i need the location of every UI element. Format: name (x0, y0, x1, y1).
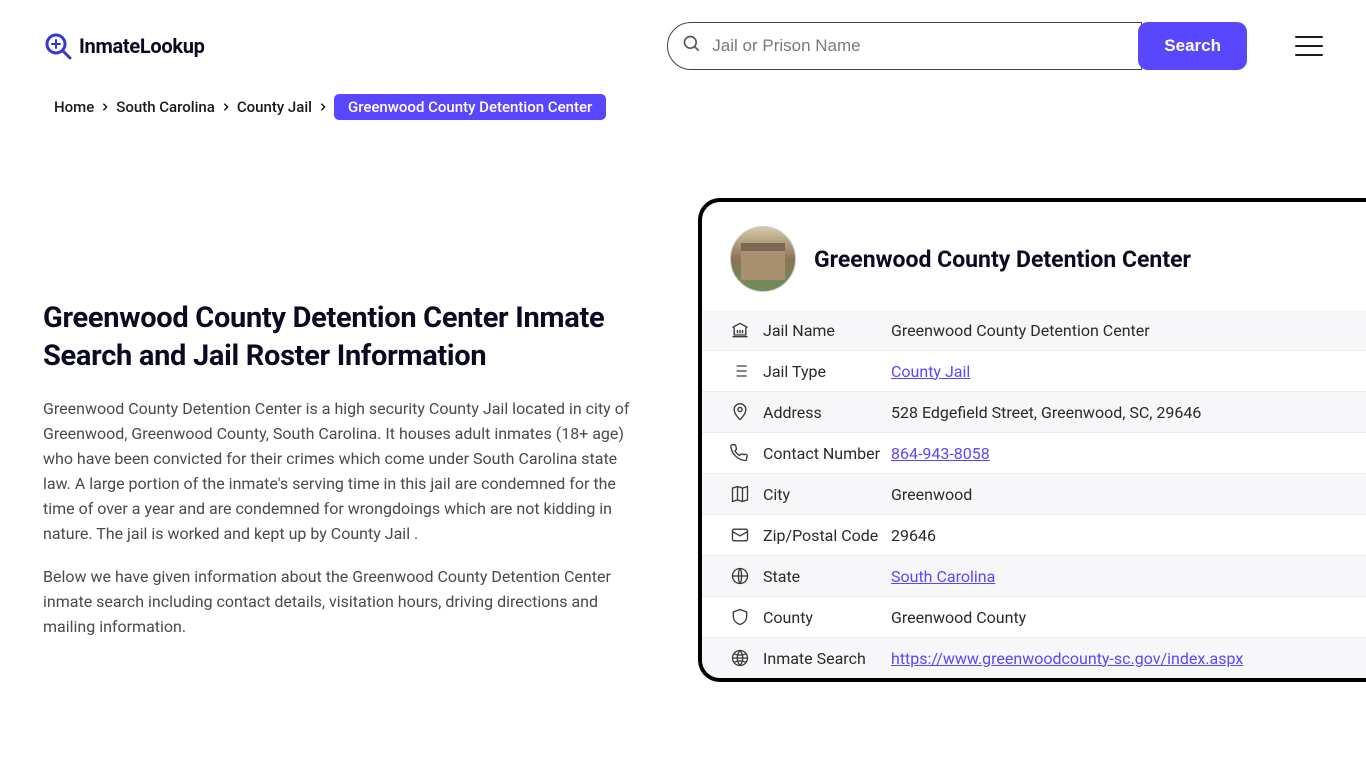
info-row: Zip/Postal Code29646 (702, 515, 1366, 556)
description-paragraph-2: Below we have given information about th… (43, 565, 643, 640)
info-row: CountyGreenwood County (702, 597, 1366, 638)
info-row: Jail TypeCounty Jail (702, 351, 1366, 392)
chevron-right-icon (221, 98, 231, 116)
map-icon (730, 484, 750, 504)
menu-icon[interactable] (1295, 36, 1323, 56)
info-label: Zip/Postal Code (763, 526, 891, 545)
breadcrumb-home[interactable]: Home (54, 98, 94, 116)
info-value[interactable]: South Carolina (891, 567, 995, 586)
envelope-icon (730, 525, 750, 545)
shield-icon (730, 607, 750, 627)
info-value[interactable]: 864-943-8058 (891, 444, 990, 463)
web-icon (730, 648, 750, 668)
info-value: Greenwood County (891, 608, 1026, 627)
search-input[interactable] (712, 36, 1127, 56)
logo[interactable]: InmateLookup (43, 31, 205, 61)
info-value: 29646 (891, 526, 936, 545)
info-label: City (763, 485, 891, 504)
search-form: Search (667, 22, 1247, 70)
phone-icon (730, 443, 750, 463)
facility-card: Greenwood County Detention Center Jail N… (698, 198, 1366, 682)
info-row: Jail NameGreenwood County Detention Cent… (702, 310, 1366, 351)
info-value[interactable]: County Jail (891, 362, 970, 381)
list-icon (730, 361, 750, 381)
info-value[interactable]: https://www.greenwoodcounty-sc.gov/index… (891, 649, 1243, 668)
breadcrumb-state[interactable]: South Carolina (116, 98, 215, 116)
info-value: 528 Edgefield Street, Greenwood, SC, 296… (891, 403, 1201, 422)
info-row: StateSouth Carolina (702, 556, 1366, 597)
info-label: County (763, 608, 891, 627)
info-label: Inmate Search (763, 649, 891, 668)
info-value: Greenwood (891, 485, 972, 504)
logo-text: InmateLookup (79, 34, 205, 58)
info-label: Jail Name (763, 321, 891, 340)
card-header: Greenwood County Detention Center (702, 202, 1366, 310)
search-icon (682, 34, 702, 58)
info-value: Greenwood County Detention Center (891, 321, 1150, 340)
breadcrumb: Home South Carolina County Jail Greenwoo… (0, 94, 1366, 120)
breadcrumb-type[interactable]: County Jail (237, 98, 312, 116)
info-row: Inmate Searchhttps://www.greenwoodcounty… (702, 638, 1366, 678)
search-input-wrap (667, 22, 1142, 70)
info-row: Address528 Edgefield Street, Greenwood, … (702, 392, 1366, 433)
chevron-right-icon (318, 98, 328, 116)
page-title: Greenwood County Detention Center Inmate… (43, 300, 643, 375)
breadcrumb-current: Greenwood County Detention Center (334, 94, 606, 120)
bank-icon (730, 320, 750, 340)
info-label: Jail Type (763, 362, 891, 381)
description-paragraph-1: Greenwood County Detention Center is a h… (43, 397, 643, 547)
info-label: Contact Number (763, 444, 891, 463)
facility-details-table: Jail NameGreenwood County Detention Cent… (702, 310, 1366, 678)
globe-icon (730, 566, 750, 586)
info-label: State (763, 567, 891, 586)
info-row: Contact Number864-943-8058 (702, 433, 1366, 474)
content-column: Greenwood County Detention Center Inmate… (43, 198, 643, 658)
chevron-right-icon (100, 98, 110, 116)
pin-icon (730, 402, 750, 422)
search-button[interactable]: Search (1138, 22, 1247, 70)
sidebar-column: Greenwood County Detention Center Jail N… (683, 198, 1366, 658)
info-label: Address (763, 403, 891, 422)
info-row: CityGreenwood (702, 474, 1366, 515)
facility-image (730, 226, 796, 292)
facility-name: Greenwood County Detention Center (814, 246, 1191, 273)
logo-icon (43, 31, 73, 61)
